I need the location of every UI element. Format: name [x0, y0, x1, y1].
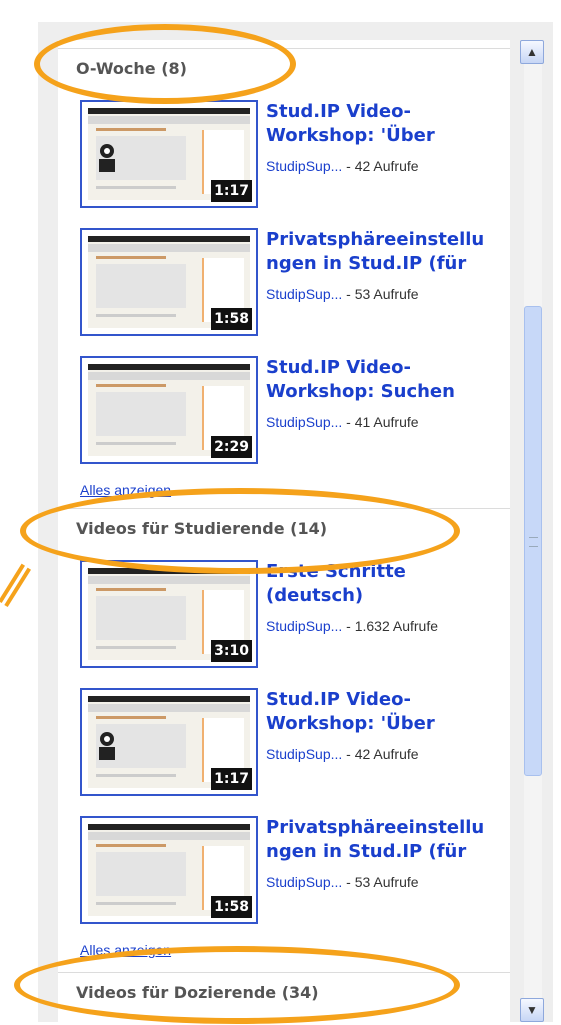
- person-icon: [99, 732, 115, 760]
- video-meta: StudipSup... - 53 Aufrufe: [266, 874, 419, 890]
- video-title-link[interactable]: Privatsphäreeinstellu ngen in Stud.IP (f…: [266, 228, 510, 276]
- video-title-link[interactable]: Stud.IP Video- Workshop: 'Über: [266, 688, 510, 736]
- video-item[interactable]: 1:17 Stud.IP Video- Workshop: 'Über Stud…: [80, 688, 510, 798]
- view-count: - 42 Aufrufe: [342, 746, 419, 762]
- person-icon: [99, 144, 115, 172]
- video-title-link[interactable]: Stud.IP Video- Workshop: Suchen: [266, 356, 510, 404]
- video-thumbnail[interactable]: 1:17: [80, 100, 258, 208]
- video-item[interactable]: 2:29 Stud.IP Video- Workshop: Suchen Stu…: [80, 356, 510, 466]
- video-meta: StudipSup... - 1.632 Aufrufe: [266, 618, 438, 634]
- video-meta: StudipSup... - 42 Aufrufe: [266, 158, 419, 174]
- author-link[interactable]: StudipSup...: [266, 746, 342, 762]
- author-link[interactable]: StudipSup...: [266, 158, 342, 174]
- video-thumbnail[interactable]: 2:29: [80, 356, 258, 464]
- view-count: - 53 Aufrufe: [342, 874, 419, 890]
- author-link[interactable]: StudipSup...: [266, 286, 342, 302]
- duration-badge: 1:58: [211, 896, 252, 918]
- video-thumbnail[interactable]: 1:58: [80, 228, 258, 336]
- video-thumbnail[interactable]: 3:10: [80, 560, 258, 668]
- author-link[interactable]: StudipSup...: [266, 618, 342, 634]
- scrollbar-thumb[interactable]: [524, 306, 542, 776]
- vertical-scrollbar[interactable]: ▲ ▼: [520, 40, 546, 1022]
- chevron-down-icon[interactable]: ▼: [520, 998, 544, 1022]
- video-thumbnail[interactable]: 1:58: [80, 816, 258, 924]
- duration-badge: 1:58: [211, 308, 252, 330]
- duration-badge: 3:10: [211, 640, 252, 662]
- video-title-link[interactable]: Stud.IP Video- Workshop: 'Über: [266, 100, 510, 148]
- video-item[interactable]: 1:17 Stud.IP Video- Workshop: 'Über Stud…: [80, 100, 510, 210]
- author-link[interactable]: StudipSup...: [266, 414, 342, 430]
- video-meta: StudipSup... - 42 Aufrufe: [266, 746, 419, 762]
- highlight-oval: [14, 946, 460, 1024]
- chevron-up-icon[interactable]: ▲: [520, 40, 544, 64]
- view-count: - 41 Aufrufe: [342, 414, 419, 430]
- video-thumbnail[interactable]: 1:17: [80, 688, 258, 796]
- author-link[interactable]: StudipSup...: [266, 874, 342, 890]
- view-count: - 1.632 Aufrufe: [342, 618, 439, 634]
- video-item[interactable]: 3:10 Erste Schritte (deutsch) StudipSup.…: [80, 560, 510, 670]
- video-meta: StudipSup... - 53 Aufrufe: [266, 286, 419, 302]
- highlight-oval: [34, 24, 296, 104]
- view-count: - 42 Aufrufe: [342, 158, 419, 174]
- highlight-oval: [20, 488, 460, 574]
- video-meta: StudipSup... - 41 Aufrufe: [266, 414, 419, 430]
- duration-badge: 1:17: [211, 180, 252, 202]
- view-count: - 53 Aufrufe: [342, 286, 419, 302]
- video-item[interactable]: 1:58 Privatsphäreeinstellu ngen in Stud.…: [80, 228, 510, 338]
- duration-badge: 1:17: [211, 768, 252, 790]
- video-title-link[interactable]: Privatsphäreeinstellu ngen in Stud.IP (f…: [266, 816, 510, 864]
- video-item[interactable]: 1:58 Privatsphäreeinstellu ngen in Stud.…: [80, 816, 510, 926]
- duration-badge: 2:29: [211, 436, 252, 458]
- scrollbar-track[interactable]: [524, 64, 542, 998]
